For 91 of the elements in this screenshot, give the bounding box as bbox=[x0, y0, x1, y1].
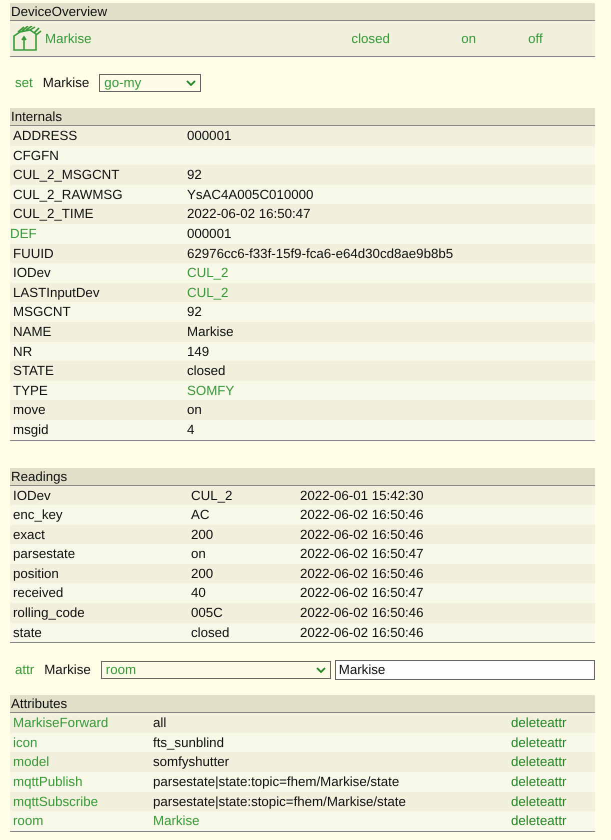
table-cell: parsestate bbox=[10, 544, 191, 564]
table-cell: 2022-06-02 16:50:46 bbox=[300, 603, 595, 623]
set-button[interactable]: set bbox=[15, 75, 33, 90]
table-cell: AC bbox=[191, 505, 300, 525]
device-name: Markise bbox=[42, 75, 90, 90]
device-link[interactable]: Markise bbox=[45, 31, 92, 46]
table-cell: msgid bbox=[10, 420, 187, 440]
delete-link[interactable]: deleteattr bbox=[511, 713, 595, 733]
table-cell: parsestate|state:topic=fhem/Markise/state bbox=[153, 772, 511, 792]
table-cell: 62976cc6-f33f-15f9-fca6-e64d30cd8ae9b8b5 bbox=[187, 244, 595, 264]
key-link[interactable]: DEF bbox=[10, 224, 187, 244]
delete-link[interactable]: deleteattr bbox=[511, 732, 595, 752]
table-cell: NR bbox=[10, 342, 187, 362]
command-link[interactable]: on bbox=[461, 31, 528, 46]
value-link[interactable]: Markise bbox=[153, 811, 511, 831]
table-cell: 40 bbox=[191, 583, 300, 604]
device-name: Markise bbox=[44, 662, 91, 678]
table-cell: 200 bbox=[191, 564, 300, 584]
table-cell: 4 bbox=[187, 420, 595, 440]
table-cell: Markise bbox=[187, 322, 595, 342]
table-cell: 2022-06-02 16:50:46 bbox=[300, 564, 595, 584]
delete-link[interactable]: deleteattr bbox=[511, 811, 595, 831]
table-cell: rolling_code bbox=[10, 603, 191, 623]
table-cell: closed bbox=[191, 622, 300, 642]
table-cell: 92 bbox=[187, 302, 595, 322]
table-cell: 000001 bbox=[187, 224, 595, 244]
table-cell: 005C bbox=[191, 603, 300, 623]
table-cell: TYPE bbox=[10, 380, 187, 400]
table-cell: on bbox=[187, 400, 595, 420]
table-cell: CUL_2_TIME bbox=[10, 204, 187, 224]
table-cell: IODev bbox=[10, 486, 191, 506]
table-cell: 2022-06-02 16:50:46 bbox=[300, 622, 595, 642]
table-cell: YsAC4A005C010000 bbox=[187, 184, 595, 204]
table-cell: closed bbox=[187, 361, 595, 381]
table-cell: FUUID bbox=[10, 244, 187, 264]
table-cell: CFGFN bbox=[10, 146, 187, 166]
attribute-link[interactable]: model bbox=[10, 752, 153, 772]
table-cell: on bbox=[191, 544, 300, 564]
table-cell: 2022-06-01 15:42:30 bbox=[300, 486, 595, 506]
table-cell: 2022-06-02 16:50:47 bbox=[300, 583, 595, 604]
attr-button[interactable]: attr bbox=[15, 662, 34, 678]
table-cell: somfyshutter bbox=[153, 752, 511, 772]
state-link[interactable]: closed bbox=[351, 31, 462, 46]
input-field[interactable]: Markise bbox=[334, 660, 595, 680]
table-cell: received bbox=[10, 583, 191, 604]
delete-link[interactable]: deleteattr bbox=[511, 792, 595, 812]
table-cell: CUL_2_RAWMSG bbox=[10, 184, 187, 204]
table-cell: 92 bbox=[187, 165, 595, 185]
dropdown[interactable]: room bbox=[100, 660, 331, 679]
table-cell: move bbox=[10, 400, 187, 420]
table-cell: state bbox=[10, 622, 191, 642]
table-cell: 2022-06-02 16:50:47 bbox=[300, 544, 595, 564]
table-cell: 2022-06-02 16:50:46 bbox=[300, 505, 595, 525]
table-cell: NAME bbox=[10, 322, 187, 342]
table-cell: IODev bbox=[10, 263, 187, 283]
chevron-icon bbox=[186, 80, 196, 86]
attribute-link[interactable]: mqttPublish bbox=[10, 772, 153, 792]
table-cell: fts_sunblind bbox=[153, 732, 511, 752]
table-cell: exact bbox=[10, 524, 191, 544]
delete-link[interactable]: deleteattr bbox=[511, 772, 595, 792]
table-cell: 200 bbox=[191, 524, 300, 544]
awning-icon[interactable] bbox=[12, 26, 42, 52]
attribute-link[interactable]: mqttSubscribe bbox=[10, 792, 153, 812]
section-header: Internals bbox=[10, 108, 595, 126]
section-header: DeviceOverview bbox=[10, 3, 595, 21]
attribute-link[interactable]: icon bbox=[10, 732, 153, 752]
table-cell: LASTInputDev bbox=[10, 282, 187, 302]
command-link[interactable]: off bbox=[528, 31, 596, 46]
section-header: Readings bbox=[10, 468, 595, 486]
value-link[interactable]: CUL_2 bbox=[187, 282, 595, 302]
table-cell: parsestate|state:stopic=fhem/Markise/state bbox=[153, 792, 511, 812]
table-cell: ADDRESS bbox=[10, 126, 187, 146]
table-cell: 149 bbox=[187, 342, 595, 362]
section-header: Attributes bbox=[10, 695, 595, 714]
dropdown[interactable]: go-my bbox=[99, 74, 202, 92]
attribute-link[interactable]: room bbox=[10, 811, 153, 831]
table-cell: 2022-06-02 16:50:47 bbox=[187, 204, 595, 224]
table-cell: enc_key bbox=[10, 505, 191, 525]
table-cell: position bbox=[10, 564, 191, 584]
value-link[interactable]: CUL_2 bbox=[187, 263, 595, 283]
table-cell: all bbox=[153, 713, 511, 733]
table-cell: 2022-06-02 16:50:46 bbox=[300, 524, 595, 544]
table-cell: MSGCNT bbox=[10, 302, 187, 322]
table-cell: CUL_2 bbox=[191, 486, 300, 506]
table-cell: CUL_2_MSGCNT bbox=[10, 165, 187, 185]
attribute-link[interactable]: MarkiseForward bbox=[10, 713, 153, 733]
chevron-icon bbox=[316, 666, 326, 673]
delete-link[interactable]: deleteattr bbox=[511, 752, 595, 772]
table-cell: STATE bbox=[10, 361, 187, 381]
table-cell: 000001 bbox=[187, 126, 595, 146]
value-link[interactable]: SOMFY bbox=[187, 380, 595, 400]
